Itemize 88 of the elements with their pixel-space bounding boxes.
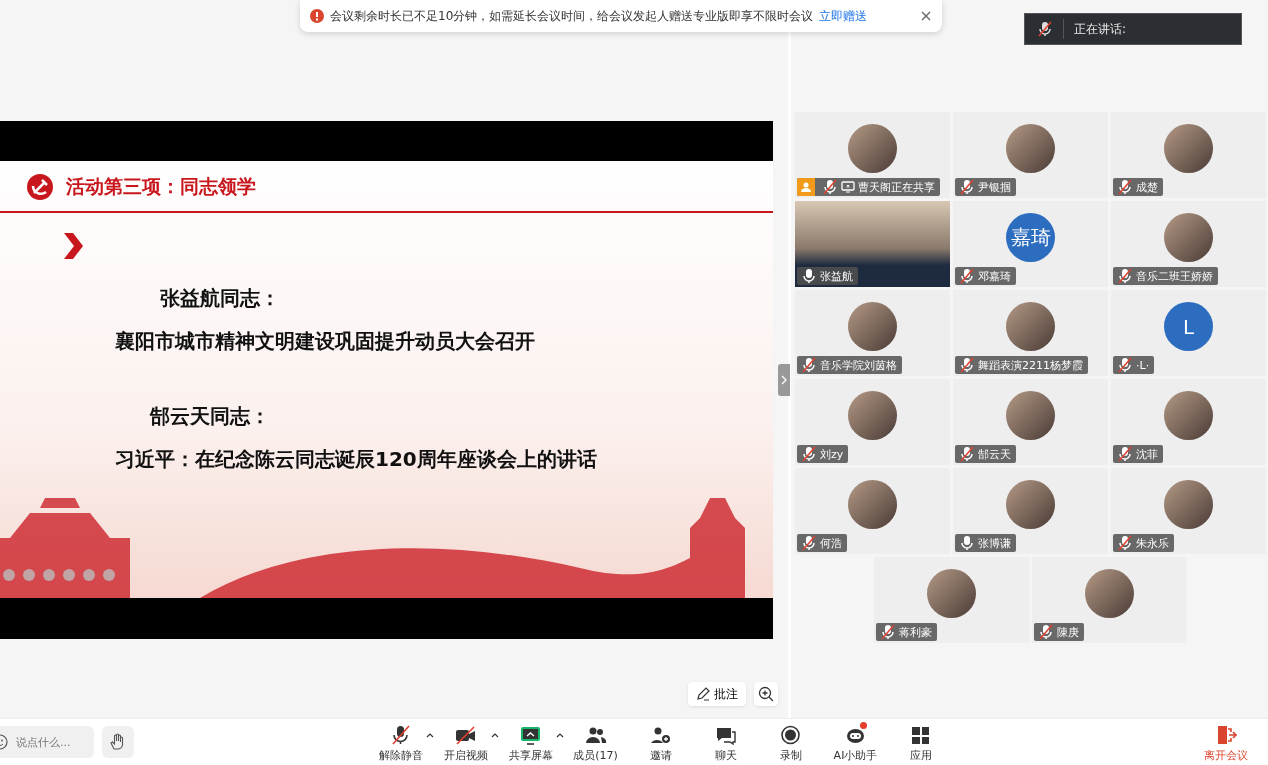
participant-tile[interactable]: 张益航	[795, 201, 950, 287]
avatar-placeholder	[927, 569, 976, 618]
toolbar-button[interactable]: 应用	[889, 721, 952, 763]
participant-name: 刘zy	[820, 446, 844, 462]
notice-text: 会议剩余时长已不足10分钟，如需延长会议时间，给会议发起人赠送专业版即享不限时会议	[330, 7, 814, 25]
participant-tile[interactable]: L ·L·	[1111, 290, 1266, 376]
participant-tile[interactable]: 刘zy	[795, 379, 950, 465]
avatar-placeholder	[1164, 213, 1213, 262]
caret-up-icon[interactable]	[426, 731, 434, 738]
annotate-button[interactable]: 批注	[688, 682, 746, 706]
speaker-name: 郜云天同志：	[150, 403, 271, 430]
participant-name: 蒋利豪	[899, 624, 932, 640]
collapse-handle[interactable]	[778, 364, 790, 396]
caret-up-icon[interactable]	[491, 731, 499, 738]
participant-name: 张博谦	[978, 535, 1011, 551]
avatar-placeholder	[848, 391, 897, 440]
close-icon	[920, 10, 932, 22]
toolbar-button[interactable]: 录制	[759, 721, 822, 763]
avatar-placeholder	[848, 124, 897, 173]
toolbar-button[interactable]: 聊天	[694, 721, 757, 763]
participant-tile[interactable]: 陳庚	[1032, 557, 1187, 643]
participant-name: 何浩	[820, 535, 842, 551]
participant-name: ·L·	[1136, 358, 1150, 372]
participant-name: 音乐二班王娇娇	[1136, 268, 1213, 284]
leave-button[interactable]: 离开会议	[1204, 721, 1248, 763]
participant-tile[interactable]: 何浩	[795, 468, 950, 554]
participant-tile[interactable]: 曹天阁正在共享	[795, 112, 950, 198]
participant-name: 陳庚	[1057, 624, 1079, 640]
hammer-sickle-icon	[26, 173, 54, 201]
participant-tile[interactable]: 蒋利豪	[874, 557, 1029, 643]
person-icon	[801, 182, 811, 192]
topic-text: 襄阳市城市精神文明建设巩固提升动员大会召开	[115, 328, 536, 355]
participant-name: 音乐学院刘茵格	[820, 357, 897, 373]
participant-tile[interactable]: 尹银掴	[953, 112, 1108, 198]
participant-name: 曹天阁正在共享	[858, 179, 935, 195]
toolbar-button[interactable]: 解除静音	[369, 721, 432, 763]
speaker-name: 张益航同志：	[160, 285, 281, 312]
participant-name: 张益航	[820, 268, 853, 284]
avatar-placeholder	[1006, 391, 1055, 440]
participant-name: 邓嘉琦	[978, 268, 1011, 284]
participant-tile[interactable]: 音乐学院刘茵格	[795, 290, 950, 376]
participant-tile[interactable]: 音乐二班王娇娇	[1111, 201, 1266, 287]
alert-icon	[310, 9, 324, 23]
toolbar-button[interactable]: 开启视频	[434, 721, 497, 763]
participant-tile[interactable]: 郜云天	[953, 379, 1108, 465]
chat-input[interactable]: 说点什么...	[0, 726, 94, 758]
initials-avatar: L	[1164, 302, 1213, 351]
avatar-placeholder	[1085, 569, 1134, 618]
close-button[interactable]	[920, 10, 932, 22]
toolbar-button[interactable]: AI小助手	[824, 721, 887, 763]
speaking-label: 正在讲话:	[1074, 20, 1127, 38]
participant-tile[interactable]: 张博谦	[953, 468, 1108, 554]
avatar-placeholder	[848, 302, 897, 351]
topic-text: 习近平：在纪念陈云同志诞辰120周年座谈会上的讲话	[115, 446, 598, 473]
avatar-placeholder	[1006, 480, 1055, 529]
gift-link[interactable]: 立即赠送	[819, 7, 868, 25]
avatar-placeholder	[1164, 124, 1213, 173]
record-icon	[779, 723, 802, 746]
participant-name: 郜云天	[978, 446, 1011, 462]
participant-name: 成楚	[1136, 179, 1158, 195]
participant-tile[interactable]: 嘉琦 邓嘉琦	[953, 201, 1108, 287]
exit-icon	[1215, 723, 1237, 746]
zoom-in-button[interactable]	[754, 682, 778, 706]
toolbar-button[interactable]: 邀请	[629, 721, 692, 763]
caret-up-icon[interactable]	[556, 731, 564, 738]
participant-name: 朱永乐	[1136, 535, 1169, 551]
chevron-right-icon	[781, 375, 787, 385]
avatar-placeholder	[1164, 391, 1213, 440]
participant-tile[interactable]: 舞蹈表演2211杨梦霞	[953, 290, 1108, 376]
participant-name: 沈菲	[1136, 446, 1158, 462]
chevron-icon	[62, 233, 84, 259]
raise-hand-button[interactable]	[102, 726, 134, 758]
participant-name: 舞蹈表演2211杨梦霞	[978, 357, 1083, 373]
participant-tile[interactable]: 沈菲	[1111, 379, 1266, 465]
toolbar-button[interactable]: 共享屏幕	[499, 721, 562, 763]
initials-avatar: 嘉琦	[1006, 213, 1055, 262]
participant-tile[interactable]: 成楚	[1111, 112, 1266, 198]
zoom-in-icon	[758, 686, 774, 702]
participant-name: 尹银掴	[978, 179, 1011, 195]
slide-title: 活动第三项：同志领学	[66, 174, 256, 199]
toolbar-button[interactable]: 成员(17)	[564, 721, 627, 763]
camera-off-icon	[454, 723, 477, 746]
avatar-placeholder	[1006, 124, 1055, 173]
avatar-placeholder	[1006, 302, 1055, 351]
avatar-placeholder	[848, 480, 897, 529]
participant-tile[interactable]: 朱永乐	[1111, 468, 1266, 554]
avatar-placeholder	[1164, 480, 1213, 529]
muted-mic-icon	[389, 723, 412, 746]
